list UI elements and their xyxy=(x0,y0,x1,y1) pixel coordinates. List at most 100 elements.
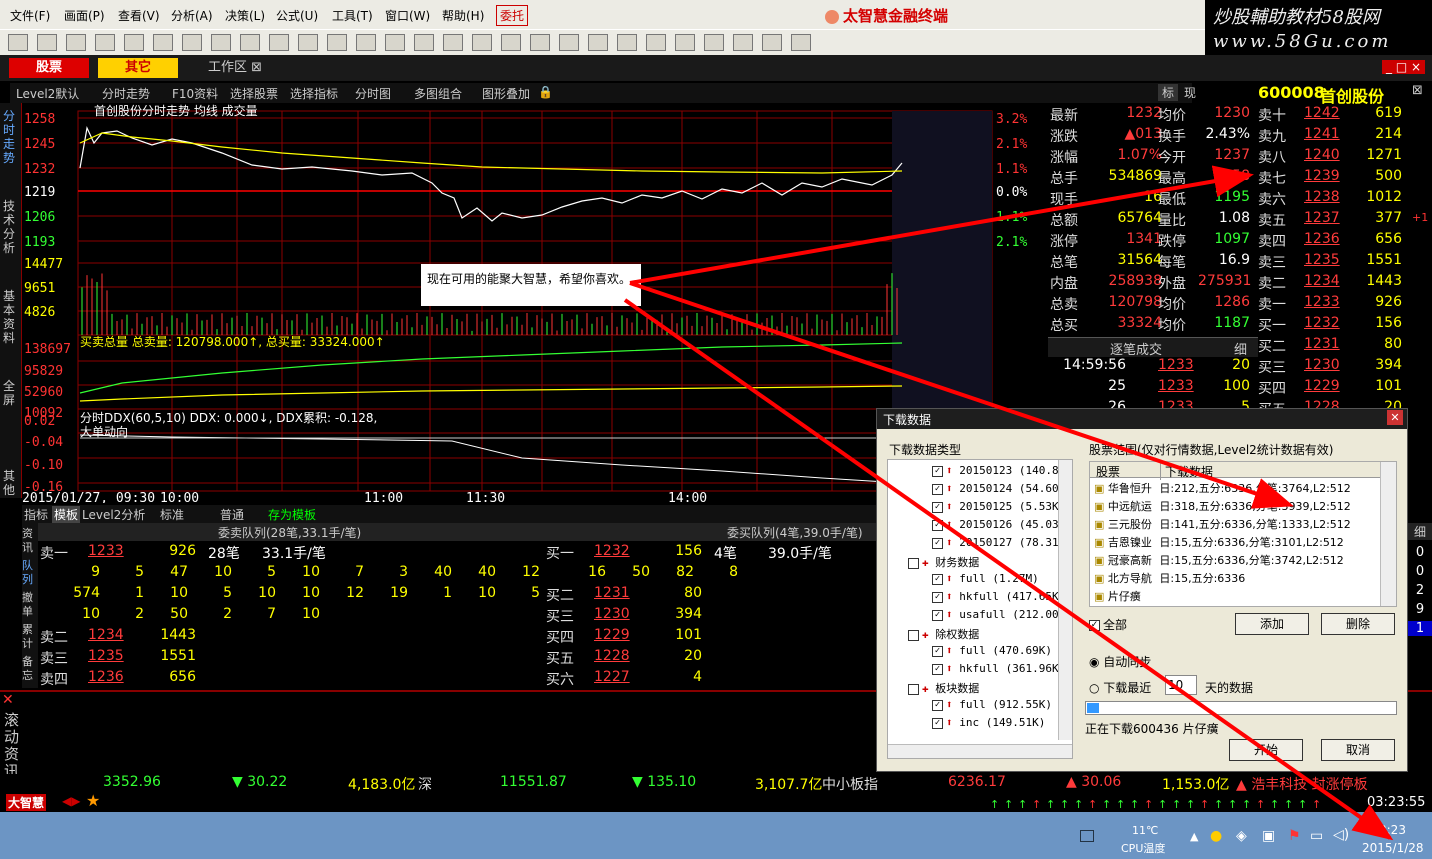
keyboard-icon[interactable] xyxy=(1080,830,1094,842)
toolbar-icon-0[interactable] xyxy=(8,34,28,51)
menu-formula[interactable]: 公式(U) xyxy=(276,7,318,24)
toolbar-icon-19[interactable] xyxy=(559,34,579,51)
tab-level2-analysis[interactable]: Level2分析 xyxy=(82,506,145,523)
tree-item[interactable]: ✓ ⬆ 20150125 (5.53K) xyxy=(932,500,1058,513)
vtab-technical[interactable]: 技术分析 xyxy=(3,199,19,255)
delete-button[interactable]: 删除 xyxy=(1321,613,1395,635)
tree-item[interactable]: ✚ 板块数据 xyxy=(908,680,979,696)
all-checkbox[interactable]: ✓ 全部 xyxy=(1089,616,1127,633)
stock-row[interactable]: ▣ 吉恩镍业 日:15,五分:6336,分笔:3101,L2:512 xyxy=(1094,534,1344,550)
stock-list[interactable]: 股票 下载数据 ▣ 华鲁恒升 日:212,五分:6336,分笔:3764,L2:… xyxy=(1089,461,1397,607)
recent-radio[interactable]: ○ 下载最近 xyxy=(1089,679,1151,696)
tree-item[interactable]: ✓ ⬆ 20150127 (78.31K xyxy=(932,536,1058,549)
tree-vscroll[interactable] xyxy=(1058,460,1072,740)
tab-indicator[interactable]: 指标 xyxy=(24,506,48,523)
tab-stock[interactable]: 股票 xyxy=(9,58,89,78)
auto-sync-radio[interactable]: ◉ 自动同步 xyxy=(1089,653,1151,670)
tab-template[interactable]: 模板 xyxy=(52,506,81,523)
toolbar-icon-9[interactable] xyxy=(269,34,289,51)
tree-item[interactable]: ✓ ⬆ 20150123 (140.82 xyxy=(932,464,1058,477)
stock-row[interactable]: ▣ 冠豪高新 日:15,五分:6336,分笔:3742,L2:512 xyxy=(1094,552,1344,568)
btn-intraday-chart[interactable]: 分时图 xyxy=(355,85,391,102)
lock-icon[interactable]: 🔒 xyxy=(538,85,553,99)
toolbar-icon-26[interactable] xyxy=(762,34,782,51)
menu-tools[interactable]: 工具(T) xyxy=(332,7,373,24)
add-button[interactable]: 添加 xyxy=(1235,613,1309,635)
toolbar-icon-18[interactable] xyxy=(530,34,550,51)
stock-row[interactable]: ▣ 片仔癀 xyxy=(1094,588,1145,604)
menu-window[interactable]: 窗口(W) xyxy=(385,7,430,24)
toolbar-icon-5[interactable] xyxy=(153,34,173,51)
cancel-button[interactable]: 取消 xyxy=(1321,739,1395,761)
btn-intraday[interactable]: 分时走势 xyxy=(102,85,150,102)
dialog-close-icon[interactable]: ✕ xyxy=(1387,410,1403,425)
btn-overlay[interactable]: 图形叠加 xyxy=(482,85,530,102)
menu-view[interactable]: 查看(V) xyxy=(118,7,160,24)
tray-monitor-icon[interactable]: ▭ xyxy=(1310,828,1323,844)
vtab-intraday[interactable]: 分时走势 xyxy=(3,109,19,165)
toolbar-icon-8[interactable] xyxy=(240,34,260,51)
tree-item[interactable]: ✓ ⬆ full (470.69K) xyxy=(932,644,1052,657)
stock-row[interactable]: ▣ 中远航运 日:318,五分:6336,分笔:3939,L2:512 xyxy=(1094,498,1351,514)
tray-date[interactable]: 2015/1/28 xyxy=(1362,841,1424,855)
toolbar-icon-12[interactable] xyxy=(356,34,376,51)
vtab-other[interactable]: 其他 xyxy=(3,469,19,497)
menu-help[interactable]: 帮助(H) xyxy=(442,7,484,24)
toolbar-icon-15[interactable] xyxy=(443,34,463,51)
tab-other[interactable]: 其它 xyxy=(98,58,178,78)
toolbar-icon-16[interactable] xyxy=(472,34,492,51)
tree-item[interactable]: ✓ ⬆ 20150124 (54.60K xyxy=(932,482,1058,495)
star-icon[interactable]: ★ xyxy=(86,791,100,810)
col-data[interactable]: 下载数据 xyxy=(1160,463,1213,480)
toolbar-icon-27[interactable] xyxy=(791,34,811,51)
download-type-tree[interactable]: ✓ ⬆ 20150123 (140.82 ✓ ⬆ 20150124 (54.60K ✓ ⬆… xyxy=(887,459,1073,759)
toolbar-icon-6[interactable] xyxy=(182,34,202,51)
panel-close-icon[interactable]: ⊠ xyxy=(1412,83,1423,98)
trades-detail-tab[interactable]: 细 xyxy=(1234,339,1247,358)
toolbar-icon-1[interactable] xyxy=(37,34,57,51)
mini-tab[interactable]: 细 xyxy=(1408,523,1432,540)
tab-standard[interactable]: 标准 xyxy=(160,506,184,523)
tray-qq-icon[interactable]: ● xyxy=(1210,828,1222,844)
tree-item[interactable]: ✚ 除权数据 xyxy=(908,626,979,642)
tree-item[interactable]: ✓ ⬆ inc (149.51K) xyxy=(932,716,1045,729)
toolbar-icon-14[interactable] xyxy=(414,34,434,51)
news-ticker[interactable]: ▲ 浩丰科技 封涨停板 xyxy=(1236,774,1368,794)
tree-item[interactable]: ✓ ⬆ full (1.27M) xyxy=(932,572,1039,585)
window-controls[interactable]: _ □ × xyxy=(1382,60,1426,74)
toolbar-icon-21[interactable] xyxy=(617,34,637,51)
toolbar-icon-11[interactable] xyxy=(327,34,347,51)
menu-decision[interactable]: 决策(L) xyxy=(225,7,265,24)
toolbar-icon-10[interactable] xyxy=(298,34,318,51)
toolbar-icon-24[interactable] xyxy=(704,34,724,51)
toolbar-icon-23[interactable] xyxy=(675,34,695,51)
toolbar-icon-22[interactable] xyxy=(646,34,666,51)
tree-hscroll[interactable] xyxy=(888,744,1072,758)
tree-item[interactable]: ✓ ⬆ usafull (212.00K xyxy=(932,608,1058,621)
tree-item[interactable]: ✓ ⬆ full (912.55K) xyxy=(932,698,1052,711)
stock-row[interactable]: ▣ 华鲁恒升 日:212,五分:6336,分笔:3764,L2:512 xyxy=(1094,480,1351,496)
tree-item[interactable]: ✓ ⬆ hkfull (417.65K) xyxy=(932,590,1058,603)
toolbar-icon-20[interactable] xyxy=(588,34,608,51)
btn-select-stock[interactable]: 选择股票 xyxy=(230,85,278,102)
rp-tab-mark[interactable]: 标 xyxy=(1158,84,1179,101)
toolbar-icon-4[interactable] xyxy=(124,34,144,51)
toolbar-icon-7[interactable] xyxy=(211,34,231,51)
menu-trade[interactable]: 委托 xyxy=(496,5,529,26)
app-logo[interactable]: 大智慧 xyxy=(6,794,47,811)
vtab-fundamentals[interactable]: 基本资料 xyxy=(3,289,19,345)
btn-f10[interactable]: F10资料 xyxy=(172,85,218,102)
workspace-close-icon[interactable]: ⊠ xyxy=(251,60,262,75)
stock-row[interactable]: ▣ 北方导航 日:15,五分:6336 xyxy=(1094,570,1245,586)
days-input[interactable]: 10 xyxy=(1165,675,1197,695)
vtab-fullscreen[interactable]: 全屏 xyxy=(3,379,19,407)
toolbar-icon-17[interactable] xyxy=(501,34,521,51)
tray-volume-icon[interactable]: ◁) xyxy=(1333,827,1349,843)
col-stock[interactable]: 股票 xyxy=(1096,463,1120,480)
btn-multi-chart[interactable]: 多图组合 xyxy=(414,85,462,102)
tray-flag-icon[interactable]: ⚑ xyxy=(1288,828,1301,844)
stock-row[interactable]: ▣ 三元股份 日:141,五分:6336,分笔:1333,L2:512 xyxy=(1094,516,1351,532)
tab-save-template[interactable]: 存为模板 xyxy=(268,506,316,523)
tray-network-icon[interactable]: ▣ xyxy=(1262,828,1275,844)
tray-shield-icon[interactable]: ◈ xyxy=(1236,828,1247,844)
